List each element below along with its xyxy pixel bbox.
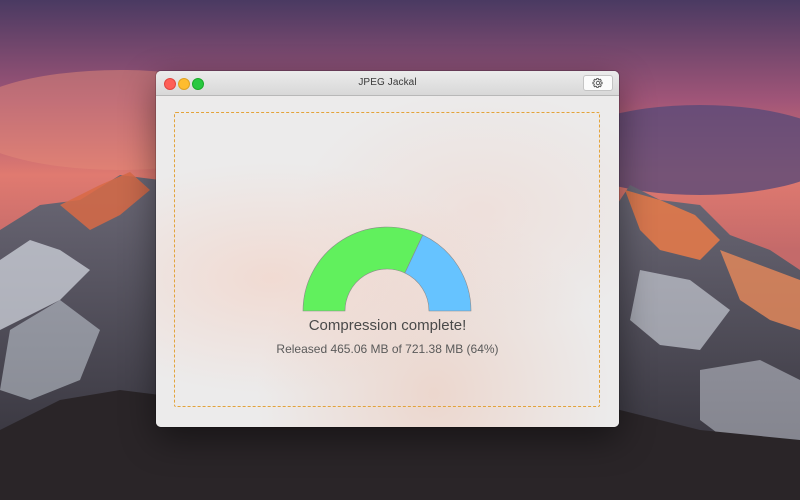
window-title: JPEG Jackal <box>358 77 417 88</box>
gear-icon <box>592 77 603 89</box>
settings-button[interactable] <box>583 75 613 91</box>
gauge-released-segment <box>302 226 424 312</box>
title-bar[interactable]: JPEG Jackal <box>156 71 619 96</box>
status-title: Compression complete! <box>308 317 467 334</box>
status-detail: Released 465.06 MB of 721.38 MB (64%) <box>276 342 499 356</box>
compression-gauge <box>302 226 472 312</box>
app-window: JPEG Jackal Compression complete! Releas… <box>156 71 619 427</box>
content-area: Compression complete! Released 465.06 MB… <box>156 96 619 427</box>
